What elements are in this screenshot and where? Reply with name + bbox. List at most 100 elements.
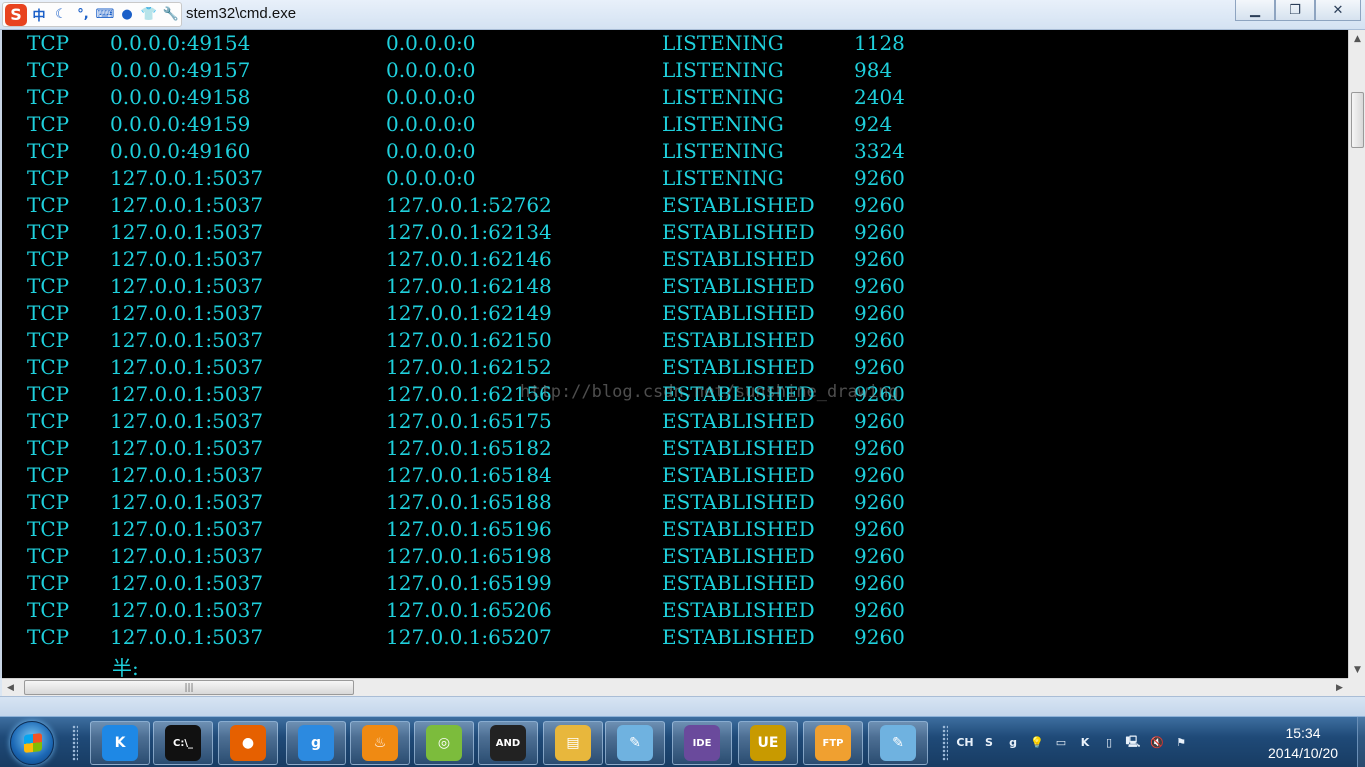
cell-foreign: 0.0.0.0:0 (386, 85, 476, 109)
scroll-down-icon[interactable]: ▼ (1349, 661, 1365, 678)
wrench-icon[interactable]: 🔧 (161, 5, 181, 25)
taskbar-grip[interactable] (72, 725, 78, 761)
maximize-button[interactable]: ❐ (1275, 0, 1315, 21)
minimize-button[interactable]: ▁ (1235, 0, 1275, 21)
cell-local: 127.0.0.1:5037 (110, 301, 264, 325)
vertical-scrollbar[interactable]: ▲ ▼ (1348, 30, 1365, 678)
watermark: http://blog.csdn.net/sunshine_drawing (520, 382, 899, 402)
console-row: TCP 127.0.0.1:5037 127.0.0.1:65182 ESTABLIS… (2, 435, 1348, 462)
qq-tray-icon[interactable]: g (1003, 733, 1023, 753)
cell-foreign: 127.0.0.1:65196 (386, 517, 552, 541)
cell-state: ESTABLISHED (662, 328, 815, 352)
cell-state: ESTABLISHED (662, 544, 815, 568)
console-output[interactable]: TCP 127.0.0.1:5037 127.0.0.1:65207 ESTABLIS… (0, 30, 1348, 678)
taskbar-button[interactable]: ✎ (605, 721, 665, 765)
network-tray-icon[interactable]: 🖳 (1123, 733, 1143, 753)
ultraedit-icon: UE (750, 725, 786, 761)
cell-proto: TCP (27, 517, 70, 541)
moon-icon[interactable]: ☾ (51, 5, 71, 25)
taskbar-button[interactable]: FTP (803, 721, 863, 765)
cell-proto: TCP (27, 463, 70, 487)
close-button[interactable]: ✕ (1315, 0, 1361, 21)
tray-grip[interactable] (942, 725, 948, 761)
cell-foreign: 0.0.0.0:0 (386, 166, 476, 190)
show-desktop-button[interactable] (1357, 717, 1365, 767)
cell-pid: 9260 (854, 274, 905, 298)
device-tray-icon[interactable]: ▯ (1099, 733, 1119, 753)
window-title-bar[interactable]: S 中 ☾ °, ⌨ ● 👕 🔧 stem32\cmd.exe ▁ ❐ ✕ (0, 0, 1365, 30)
cell-local: 127.0.0.1:5037 (110, 598, 264, 622)
notepad-icon: ✎ (617, 725, 653, 761)
user-icon[interactable]: ● (117, 5, 137, 25)
taskbar-button[interactable]: IDE (672, 721, 732, 765)
cell-pid: 9260 (854, 220, 905, 244)
bulb-tray-icon[interactable]: 💡 (1027, 733, 1047, 753)
cell-foreign: 127.0.0.1:52762 (386, 193, 552, 217)
window-tray-icon[interactable]: ▭ (1051, 733, 1071, 753)
sogou-logo-icon[interactable]: S (5, 3, 27, 26)
volume-muted-tray-icon[interactable]: 🔇 (1147, 733, 1167, 753)
cell-pid: 984 (854, 58, 893, 82)
taskbar-button[interactable]: ▤ (543, 721, 603, 765)
console-row: TCP 127.0.0.1:5037 127.0.0.1:65184 ESTABLIS… (2, 462, 1348, 489)
cell-state: ESTABLISHED (662, 247, 815, 271)
taskbar-button[interactable]: ✎ (868, 721, 928, 765)
cell-pid: 9260 (854, 247, 905, 271)
taskbar-button[interactable]: K (90, 721, 150, 765)
action-center-tray-icon[interactable]: ⚑ (1171, 733, 1191, 753)
chinese-mode-icon[interactable]: 中 (29, 5, 49, 25)
keyboard-icon[interactable]: ⌨ (95, 5, 115, 25)
cell-foreign: 0.0.0.0:0 (386, 112, 476, 136)
cell-local: 127.0.0.1:5037 (110, 571, 264, 595)
cell-local: 127.0.0.1:5037 (110, 220, 264, 244)
scroll-up-icon[interactable]: ▲ (1349, 30, 1365, 47)
clock[interactable]: 15:34 2014/10/20 (1248, 723, 1358, 763)
punctuation-icon[interactable]: °, (73, 5, 93, 25)
scroll-left-icon[interactable]: ◀ (2, 679, 19, 696)
taskbar-button[interactable]: ♨ (350, 721, 410, 765)
console-row: TCP 127.0.0.1:5037 127.0.0.1:65175 ESTABLIS… (2, 408, 1348, 435)
horizontal-scroll-thumb[interactable]: ||| (24, 680, 354, 695)
taskbar-button[interactable]: ◎ (414, 721, 474, 765)
cell-pid: 9260 (854, 328, 905, 352)
window-bottom-border (0, 696, 1365, 716)
sogou-tray-icon[interactable]: S (979, 733, 999, 753)
cell-proto: TCP (27, 409, 70, 433)
cell-foreign: 127.0.0.1:62152 (386, 355, 552, 379)
taskbar-button[interactable]: AND (478, 721, 538, 765)
cell-pid: 9260 (854, 463, 905, 487)
ime-app-icon: g (298, 725, 334, 761)
console-row: TCP 0.0.0.0:49157 0.0.0.0:0 LISTENING 984 (2, 57, 1348, 84)
cell-pid: 9260 (854, 598, 905, 622)
taskbar-button[interactable]: C:\_ (153, 721, 213, 765)
cell-state: LISTENING (662, 85, 784, 109)
cell-proto: TCP (27, 112, 70, 136)
folder-icon: ▤ (555, 725, 591, 761)
start-button[interactable] (10, 721, 54, 765)
cell-foreign: 0.0.0.0:0 (386, 31, 476, 55)
console-row: TCP 127.0.0.1:5037 127.0.0.1:65206 ESTABLIS… (2, 597, 1348, 624)
cell-foreign: 0.0.0.0:0 (386, 58, 476, 82)
cell-foreign: 127.0.0.1:65207 (386, 625, 552, 649)
cell-pid: 9260 (854, 166, 905, 190)
cmd-icon: C:\_ (165, 725, 201, 761)
language-indicator[interactable]: CH (955, 733, 975, 753)
cell-foreign: 0.0.0.0:0 (386, 139, 476, 163)
console-row: TCP 127.0.0.1:5037 127.0.0.1:62150 ESTABLIS… (2, 327, 1348, 354)
ime-toolbar[interactable]: S 中 ☾ °, ⌨ ● 👕 🔧 (2, 2, 182, 27)
cell-foreign: 127.0.0.1:62149 (386, 301, 552, 325)
taskbar-button[interactable]: ● (218, 721, 278, 765)
cell-local: 127.0.0.1:5037 (110, 355, 264, 379)
kuaipan-tray-icon[interactable]: K (1075, 733, 1095, 753)
taskbar-button[interactable]: UE (738, 721, 798, 765)
horizontal-scrollbar[interactable]: ◀ ||| ▶ (2, 678, 1348, 696)
cell-proto: TCP (27, 85, 70, 109)
vertical-scroll-thumb[interactable] (1351, 92, 1364, 148)
taskbar-button[interactable]: g (286, 721, 346, 765)
shirt-icon[interactable]: 👕 (139, 5, 159, 25)
console-row: TCP 0.0.0.0:49159 0.0.0.0:0 LISTENING 924 (2, 111, 1348, 138)
console-row: TCP 127.0.0.1:5037 127.0.0.1:62134 ESTABLIS… (2, 219, 1348, 246)
console-row: TCP 127.0.0.1:5037 127.0.0.1:62146 ESTABLIS… (2, 246, 1348, 273)
console-row: TCP 0.0.0.0:49154 0.0.0.0:0 LISTENING 1128 (2, 30, 1348, 57)
scroll-right-icon[interactable]: ▶ (1331, 679, 1348, 696)
